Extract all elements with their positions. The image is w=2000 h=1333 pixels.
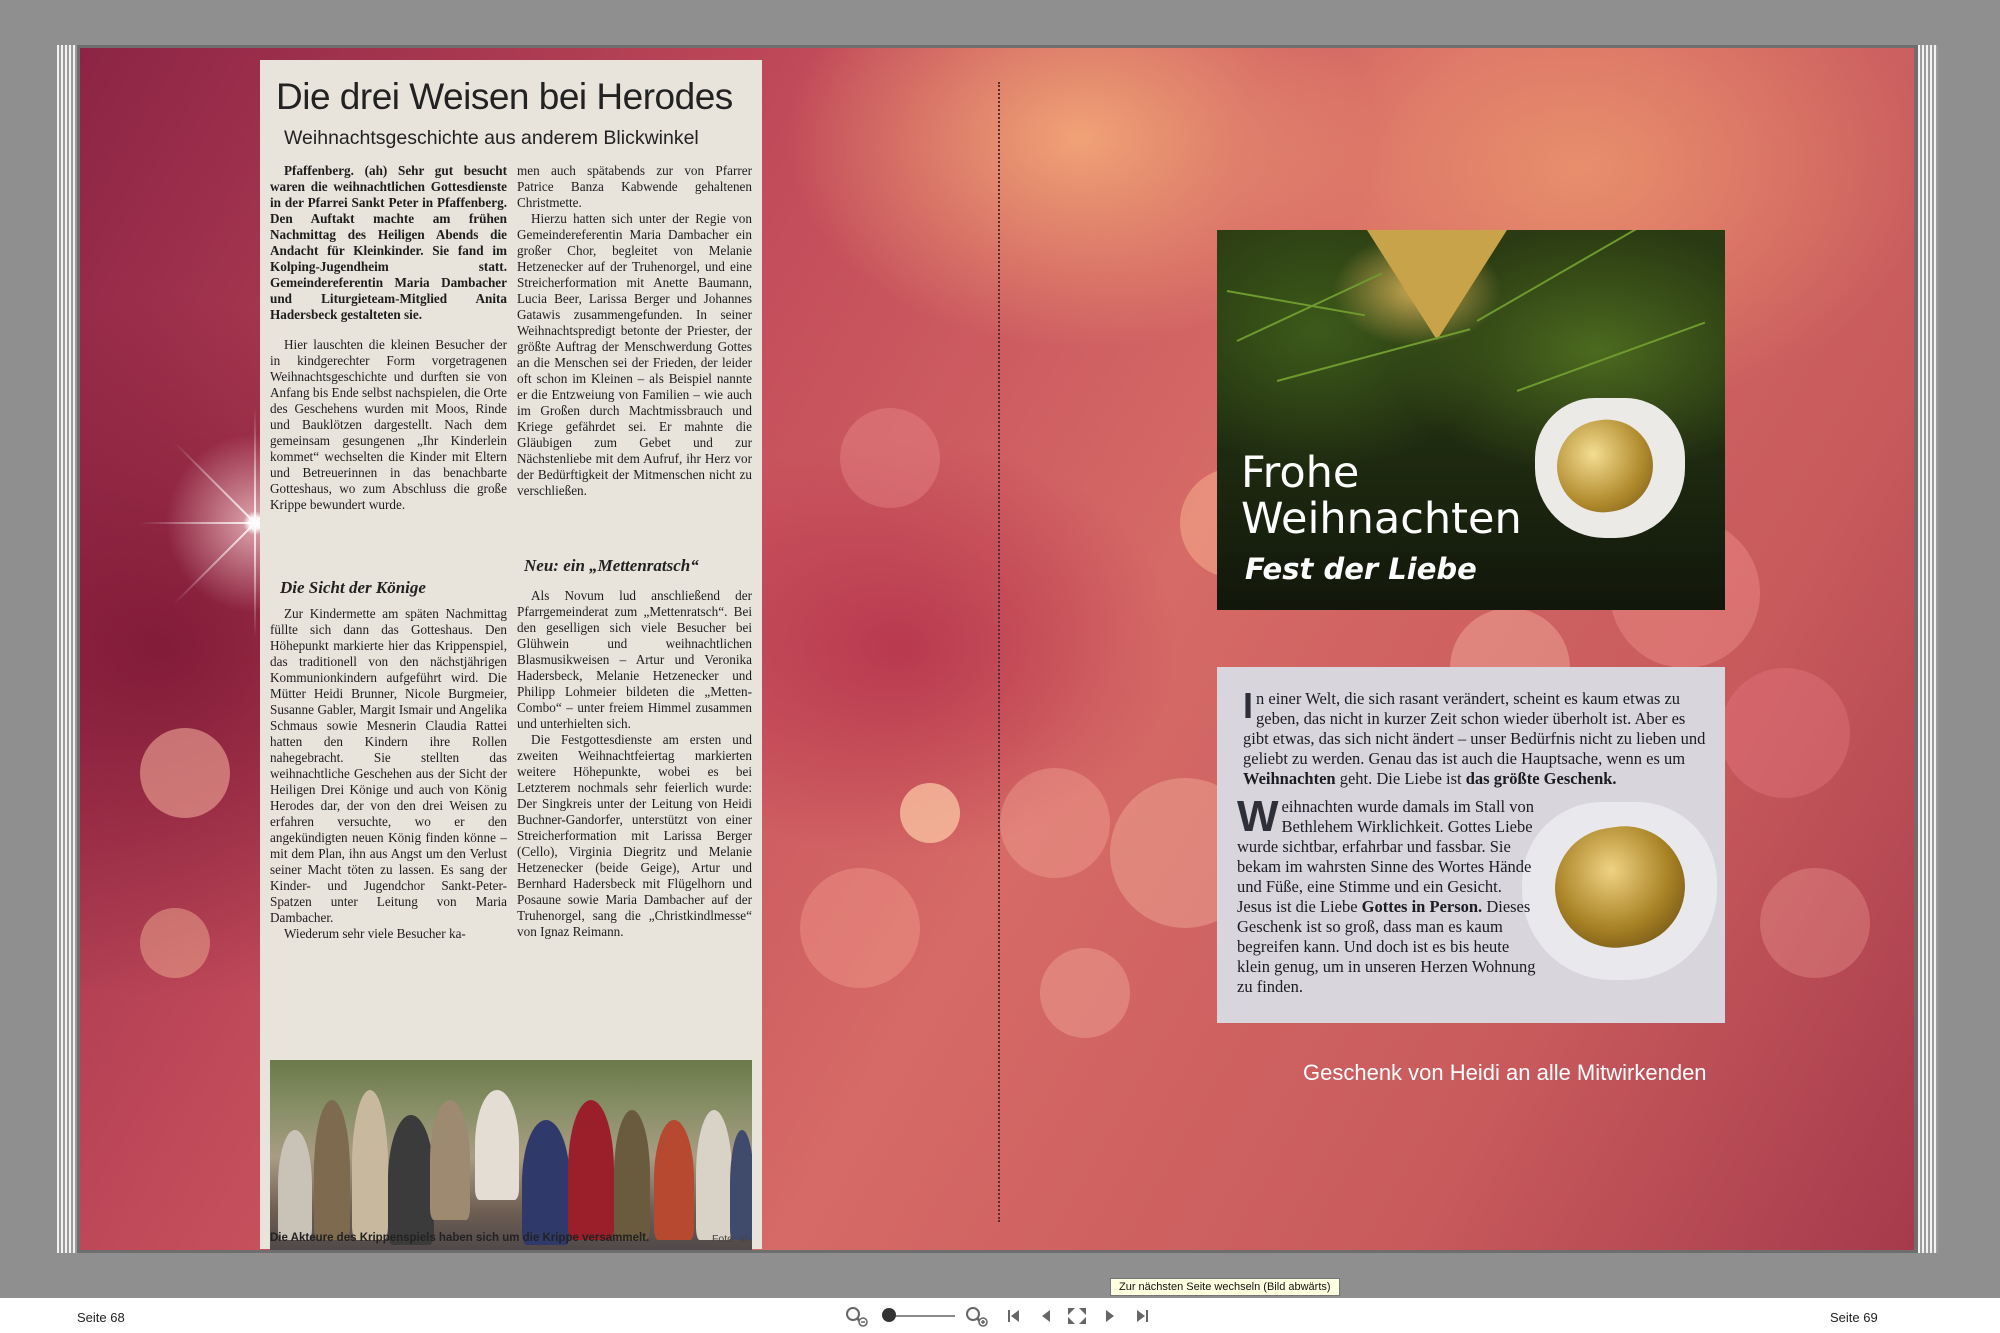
photo-figure: [278, 1130, 312, 1240]
article-paragraph: men auch spätabends zur von Pfarrer Patr…: [517, 163, 752, 210]
bokeh-light: [800, 868, 920, 988]
article-column-1: Pfaffenberg. (ah) Sehr gut besucht waren…: [270, 163, 507, 575]
message-paragraph-2: Weihnachten wurde damals im Stall von Be…: [1237, 792, 1536, 997]
prev-page-icon[interactable]: [1036, 1305, 1056, 1327]
article-column-4: Als Novum lud anschließend der Pfarrgeme…: [517, 588, 752, 1032]
photo-figure: [654, 1120, 694, 1240]
article-subheading: Die Sicht der Könige: [280, 578, 426, 597]
bokeh-light: [140, 728, 230, 818]
bokeh-light: [840, 408, 940, 508]
next-page-icon[interactable]: [1100, 1305, 1120, 1327]
article-subheading: Neu: ein „Mettenratsch“: [524, 556, 699, 575]
photo-figure: [314, 1100, 350, 1240]
zoom-slider-handle[interactable]: [882, 1308, 896, 1322]
book-spine-divider: [998, 82, 1000, 1222]
nativity-play-photo: [270, 1060, 752, 1250]
article-paragraph: Hier lauschten die kleinen Besucher der …: [270, 337, 507, 512]
last-page-icon[interactable]: [1132, 1305, 1152, 1327]
fit-page-icon[interactable]: [1064, 1305, 1090, 1327]
bokeh-light: [1000, 768, 1110, 878]
viewer-toolbar: [0, 1298, 2000, 1333]
article-subheadline: Weihnachtsgeschichte aus anderem Blickwi…: [284, 127, 699, 149]
golden-star-ornament: [1367, 230, 1507, 340]
article-headline: Die drei Weisen bei Herodes: [276, 76, 733, 117]
page-number-left: Seite 68: [77, 1310, 125, 1325]
article-column-3: Zur Kindermette am späten Nachmittag fül…: [270, 606, 507, 1032]
photo-figure: [614, 1110, 650, 1240]
article-column-2: men auch spätabends zur von Pfarrer Patr…: [517, 163, 752, 575]
page-number-right: Seite 69: [1830, 1310, 1878, 1325]
photo-figure: [430, 1100, 470, 1220]
photo-figure: [730, 1130, 752, 1240]
card-greeting: Frohe Weihnachten: [1241, 450, 1522, 542]
book-spread: Die drei Weisen bei Herodes Weihnachtsge…: [80, 48, 1914, 1250]
photo-figure: [352, 1090, 388, 1240]
photo-figure: [696, 1110, 732, 1240]
photo-figure: [522, 1120, 570, 1245]
message-card-photo: In einer Welt, die sich rasant verändert…: [1217, 667, 1725, 1023]
bokeh-light: [1760, 868, 1870, 978]
card-greeting-line1: Frohe: [1241, 448, 1360, 498]
photo-figure: [475, 1090, 519, 1200]
fir-needle: [1516, 321, 1706, 392]
photo-figure: [388, 1115, 434, 1245]
article-paragraph: Hierzu hatten sich unter der Regie von G…: [517, 211, 752, 498]
bokeh-light: [1720, 668, 1850, 798]
drop-cap: W: [1237, 792, 1279, 841]
article-paragraph: Zur Kindermette am späten Nachmittag fül…: [270, 606, 507, 925]
article-paragraph: Die Festgottesdienste am ersten und zwei…: [517, 732, 752, 939]
book-page-edge-right: [1918, 45, 1938, 1253]
card-greeting-line2: Weihnachten: [1241, 494, 1522, 544]
bokeh-light: [1040, 948, 1130, 1038]
gift-caption: Geschenk von Heidi an alle Mitwirkenden: [1303, 1060, 1707, 1085]
bokeh-light: [900, 783, 960, 843]
drop-cap: I: [1243, 685, 1254, 726]
zoom-in-icon[interactable]: [962, 1305, 990, 1327]
fir-needle: [1236, 272, 1383, 342]
zoom-out-icon[interactable]: [842, 1305, 870, 1327]
next-page-tooltip: Zur nächsten Seite wechseln (Bild abwärt…: [1110, 1278, 1340, 1296]
bokeh-light: [140, 908, 210, 978]
photo-caption: Die Akteure des Krippenspiels haben sich…: [270, 1232, 650, 1244]
photo-book: Die drei Weisen bei Herodes Weihnachtsge…: [57, 45, 1938, 1253]
first-page-icon[interactable]: [1004, 1305, 1024, 1327]
greeting-card-photo: Frohe Weihnachten Fest der Liebe: [1217, 230, 1725, 610]
card-greeting-line3: Fest der Liebe: [1245, 552, 1477, 586]
photo-credit: Foto: ah: [712, 1233, 751, 1245]
photo-figure: [568, 1100, 614, 1240]
article-paragraph: Als Novum lud anschließend der Pfarrgeme…: [517, 588, 752, 731]
newspaper-clipping: Die drei Weisen bei Herodes Weihnachtsge…: [260, 60, 762, 1250]
message-paragraph-1: In einer Welt, die sich rasant verändert…: [1243, 685, 1706, 789]
book-page-edge-left: [57, 45, 77, 1253]
article-paragraph: Wiederum sehr viele Besucher ka-: [284, 926, 466, 941]
article-lead: Pfaffenberg. (ah) Sehr gut besucht waren…: [270, 163, 507, 322]
